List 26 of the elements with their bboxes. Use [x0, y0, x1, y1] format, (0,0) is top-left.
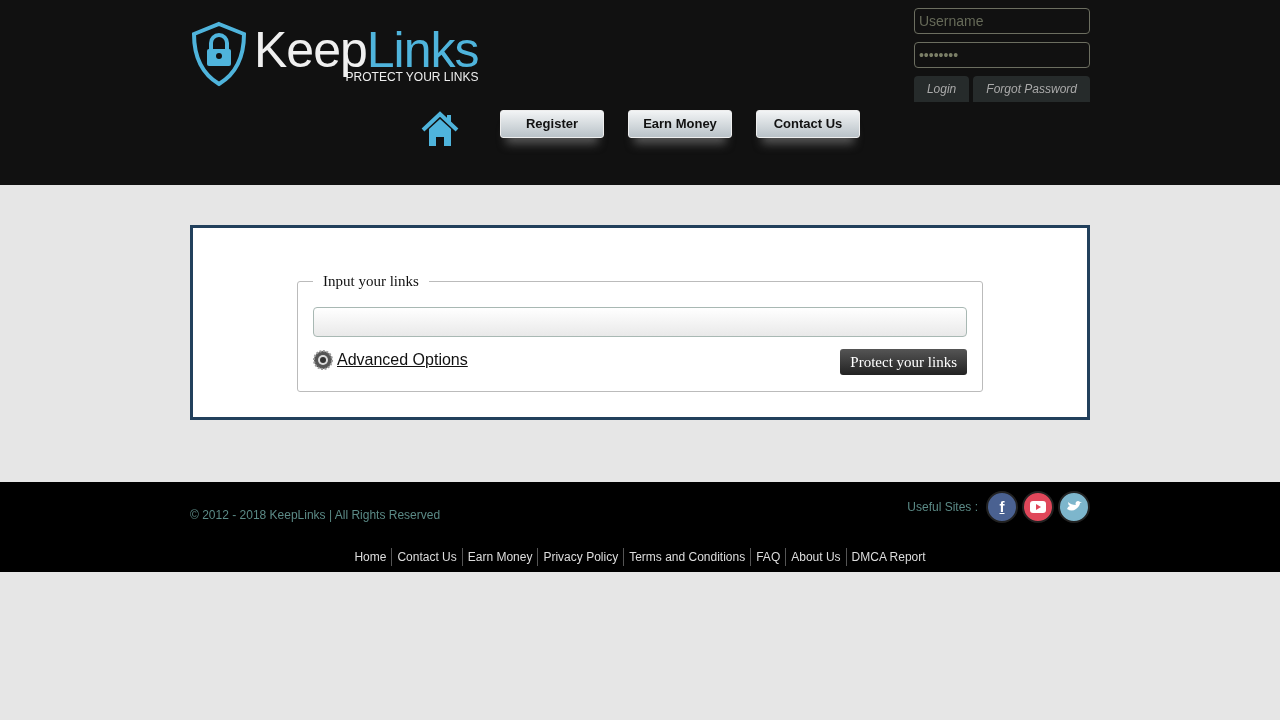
footer-link[interactable]: DMCA Report	[845, 548, 931, 566]
footer-link[interactable]: Privacy Policy	[537, 548, 624, 566]
forgot-password-button[interactable]: Forgot Password	[973, 76, 1090, 102]
footer-link[interactable]: Contact Us	[391, 548, 462, 566]
gear-icon[interactable]	[313, 349, 333, 370]
footer-link[interactable]: Terms and Conditions	[623, 548, 751, 566]
footer-link[interactable]: Home	[349, 548, 392, 566]
shield-lock-icon	[190, 21, 248, 87]
nav-button[interactable]: Register	[500, 110, 604, 138]
facebook-icon[interactable]: f	[986, 491, 1018, 523]
link-input-field[interactable]	[313, 306, 967, 337]
footer-link[interactable]: FAQ	[750, 548, 786, 566]
footer-link[interactable]: Earn Money	[461, 548, 538, 566]
login-button[interactable]: Login	[913, 76, 970, 102]
footer-link[interactable]: About Us	[785, 548, 846, 566]
useful-sites-label: Useful Sites :	[907, 499, 978, 516]
youtube-icon[interactable]	[1022, 491, 1054, 523]
twitter-icon[interactable]	[1058, 491, 1090, 523]
protect-links-button[interactable]: Protect your links	[840, 348, 967, 375]
username-field[interactable]: Username	[913, 8, 1090, 34]
nav-button[interactable]: Contact Us	[756, 110, 860, 138]
copyright-text: © 2012 - 2018 KeepLinks | All Rights Reserved	[190, 507, 441, 524]
password-field[interactable]: ••••••••	[913, 42, 1090, 68]
nav-button[interactable]: Earn Money	[628, 110, 732, 138]
advanced-options-link[interactable]: Advanced Options	[337, 347, 468, 372]
fieldset-legend: Input your links	[313, 270, 429, 293]
